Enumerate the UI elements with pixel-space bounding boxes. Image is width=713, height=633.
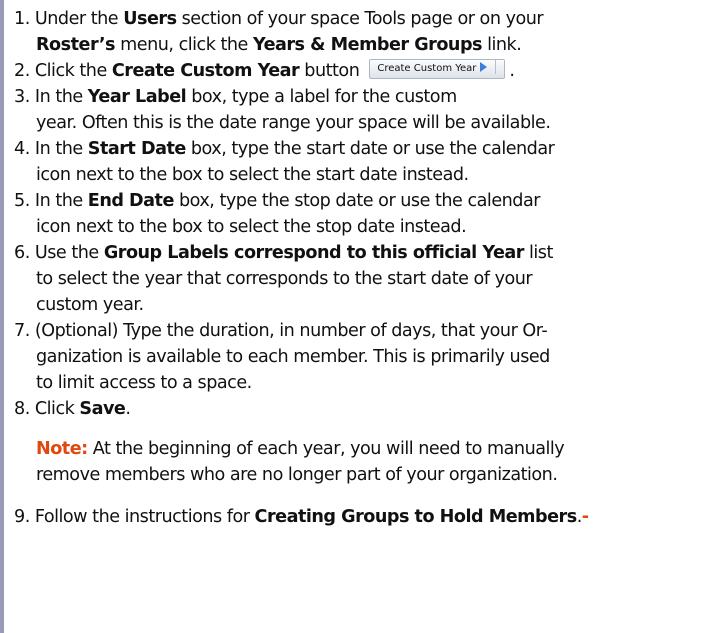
step-number: 6. [14,243,30,263]
step-7-cont-2: to limit access to a space. [36,373,252,393]
step-4: 4. In the Start Date box, type the start… [14,139,555,159]
step-9: 9. Follow the instructions for Creating … [14,507,589,527]
step-number: 8. [14,399,30,419]
save-label: Save [79,399,126,419]
button-label: Create Custom Year [377,63,477,74]
trailing-dash: - [581,507,589,527]
step-number: 3. [14,87,30,107]
step-number: 1. [14,9,30,29]
note-label: Note: [36,439,88,459]
step-1: 1. Under the Users section of your space… [14,9,544,29]
step-6-cont: to select the year that corresponds to t… [36,269,533,289]
step-1-cont: Roster’s menu, click the Years & Member … [36,35,522,55]
step-2: 2. Click the Create Custom Year button Cr… [14,59,515,81]
years-member-groups-link: Years & Member Groups [252,35,483,55]
users-label: Users [123,9,177,29]
step-6-cont-2: custom year. [36,295,144,315]
step-7-cont: ganization is available to each member. … [36,347,550,367]
note-text-2: remove members who are no longer part of… [36,465,558,485]
button-divider [495,60,497,74]
step-3-cont: year. Often this is the date range your … [36,113,551,133]
create-custom-year-button[interactable]: Create Custom Year [369,59,506,79]
step-number: 7. [14,321,30,341]
left-border [0,0,4,633]
creating-groups-link: Creating Groups to Hold Members [254,507,578,527]
end-date-field-name: End Date [87,191,175,211]
step-number: 4. [14,139,30,159]
step-7: 7. (Optional) Type the duration, in numb… [14,321,548,341]
step-4-cont: icon next to the box to select the start… [36,165,469,185]
create-custom-year-label: Create Custom Year [111,61,300,81]
note-text: At the beginning of each year, you will … [87,439,565,459]
year-label-field-name: Year Label [87,87,187,107]
step-8: 8. Click Save. [14,399,131,419]
roster-label: Roster’s [36,35,116,55]
instructions: 1. Under the Users section of your space… [14,6,707,530]
step-number: 2. [14,61,30,81]
group-labels-list-name: Group Labels correspond to this official… [103,243,525,263]
note: Note: At the beginning of each year, you… [14,436,707,488]
step-5-cont: icon next to the box to select the stop … [36,217,467,237]
step-3: 3. In the Year Label box, type a label f… [14,87,457,107]
step-number: 5. [14,191,30,211]
step-number: 9. [14,507,30,527]
play-arrow-icon [480,62,488,72]
step-5: 5. In the End Date box, type the stop da… [14,191,540,211]
start-date-field-name: Start Date [87,139,187,159]
step-6: 6. Use the Group Labels correspond to th… [14,243,553,263]
